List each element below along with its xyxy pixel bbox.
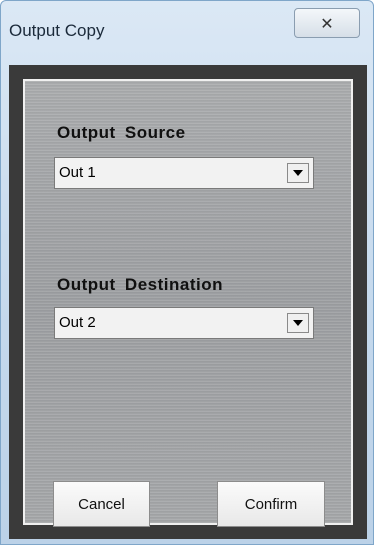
dropdown-arrow-icon[interactable] <box>287 313 309 333</box>
output-copy-window: Output Copy ✕ Output Source Out 1 Output… <box>0 0 374 545</box>
output-destination-select[interactable]: Out 2 <box>54 307 314 339</box>
window-title: Output Copy <box>9 21 105 40</box>
dropdown-arrow-icon[interactable] <box>287 163 309 183</box>
output-destination-value: Out 2 <box>59 314 96 331</box>
close-icon: ✕ <box>320 13 334 33</box>
brushed-metal-panel: Output Source Out 1 Output Destination O… <box>23 79 353 527</box>
output-source-label: Output Source <box>57 123 186 142</box>
output-source-value: Out 1 <box>59 164 96 181</box>
title-bar[interactable]: Output Copy ✕ <box>1 1 373 65</box>
confirm-button[interactable]: Confirm <box>217 481 325 527</box>
cancel-button[interactable]: Cancel <box>53 481 150 527</box>
output-source-select[interactable]: Out 1 <box>54 157 314 189</box>
close-button[interactable]: ✕ <box>294 8 360 38</box>
dialog-client-area: Output Source Out 1 Output Destination O… <box>9 65 367 539</box>
output-destination-label: Output Destination <box>57 275 223 294</box>
